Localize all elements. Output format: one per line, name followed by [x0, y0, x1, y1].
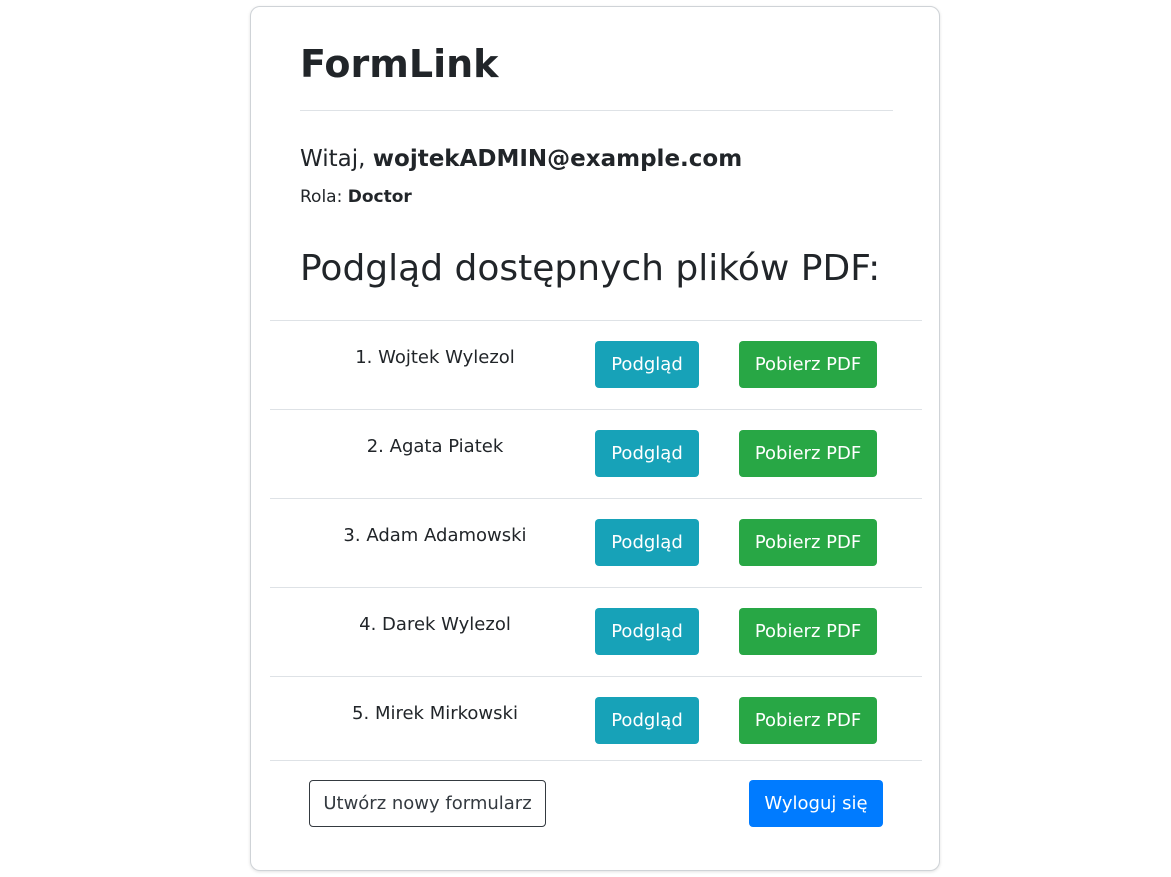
create-form-button[interactable]: Utwórz nowy formularz [309, 780, 546, 827]
role-value: Doctor [347, 187, 412, 207]
footer-divider [270, 760, 922, 761]
main-card: FormLink Witaj, wojtekADMIN@example.com … [250, 6, 940, 871]
download-pdf-button[interactable]: Pobierz PDF [739, 697, 877, 744]
list-item: 5. Mirek Mirkowski Podgląd Pobierz PDF [270, 676, 922, 765]
list-item: 2. Agata Piatek Podgląd Pobierz PDF [270, 409, 922, 498]
greeting-prefix: Witaj, [300, 146, 373, 172]
app-title: FormLink [300, 42, 499, 86]
download-pdf-button[interactable]: Pobierz PDF [739, 608, 877, 655]
pdf-list: 1. Wojtek Wylezol Podgląd Pobierz PDF 2.… [270, 320, 922, 765]
greeting: Witaj, wojtekADMIN@example.com [300, 144, 742, 174]
list-item: 4. Darek Wylezol Podgląd Pobierz PDF [270, 587, 922, 676]
download-pdf-button[interactable]: Pobierz PDF [739, 341, 877, 388]
user-role: Rola: Doctor [300, 186, 412, 208]
preview-button[interactable]: Podgląd [595, 519, 699, 566]
preview-button[interactable]: Podgląd [595, 697, 699, 744]
list-item-name: 5. Mirek Mirkowski [352, 703, 518, 724]
preview-button[interactable]: Podgląd [595, 430, 699, 477]
download-pdf-button[interactable]: Pobierz PDF [739, 430, 877, 477]
list-item-name: 2. Agata Piatek [366, 436, 504, 457]
list-item-name: 4. Darek Wylezol [359, 614, 511, 635]
pdf-list-heading: Podgląd dostępnych plików PDF: [300, 248, 881, 289]
user-email: wojtekADMIN@example.com [372, 146, 743, 172]
download-pdf-button[interactable]: Pobierz PDF [739, 519, 877, 566]
role-label: Rola: [300, 187, 348, 207]
list-item: 1. Wojtek Wylezol Podgląd Pobierz PDF [270, 320, 922, 409]
title-divider [300, 110, 893, 111]
preview-button[interactable]: Podgląd [595, 608, 699, 655]
preview-button[interactable]: Podgląd [595, 341, 699, 388]
logout-button[interactable]: Wyloguj się [749, 780, 883, 827]
list-item-name: 1. Wojtek Wylezol [355, 347, 515, 368]
list-item: 3. Adam Adamowski Podgląd Pobierz PDF [270, 498, 922, 587]
list-item-name: 3. Adam Adamowski [343, 525, 527, 546]
